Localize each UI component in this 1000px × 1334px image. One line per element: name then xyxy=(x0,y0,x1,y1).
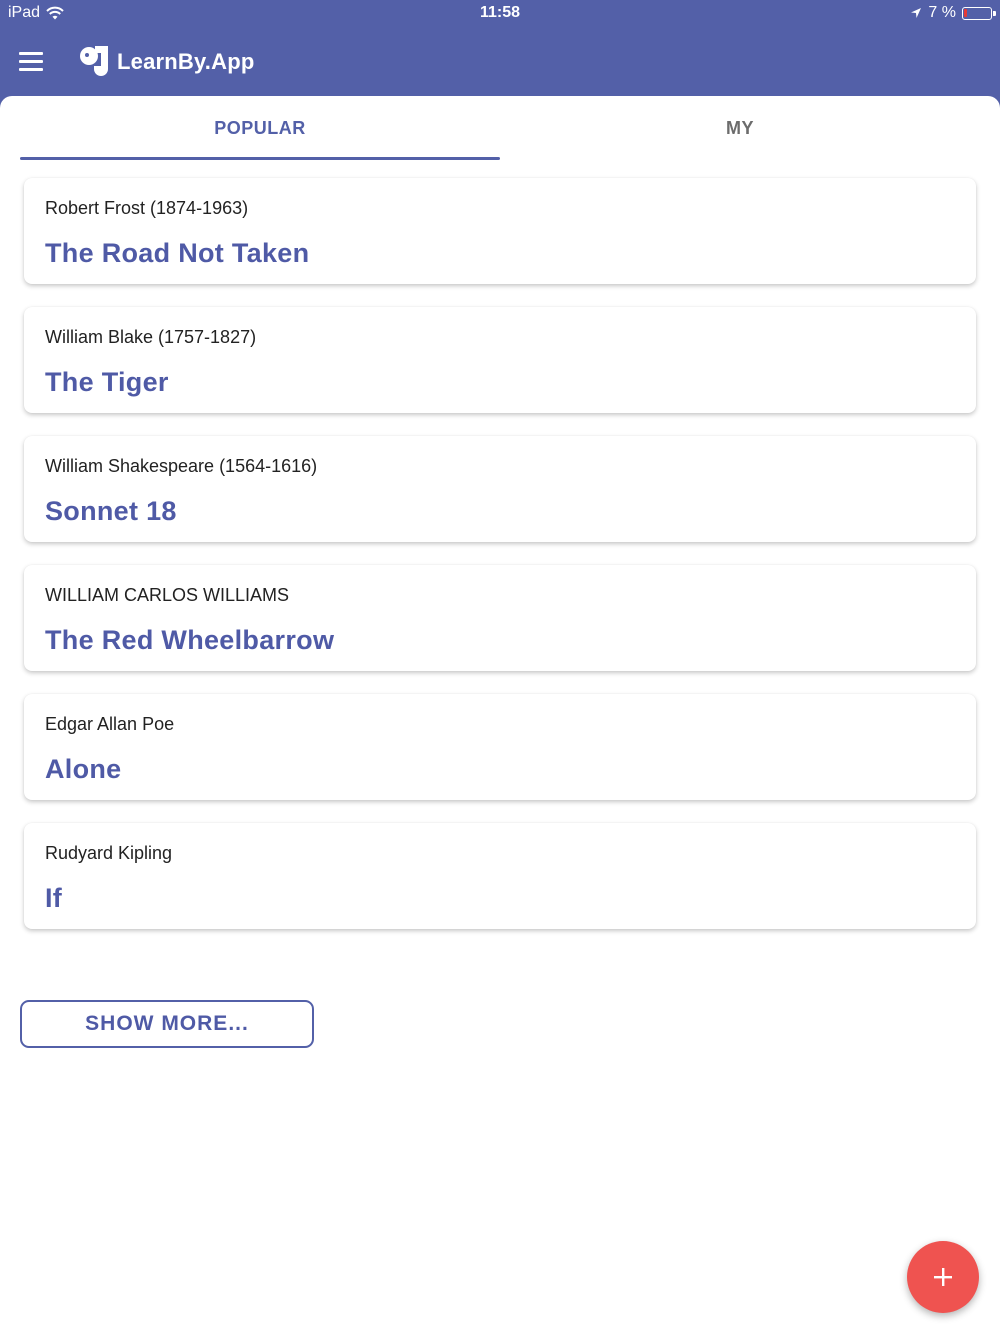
add-button[interactable] xyxy=(907,1241,979,1313)
poem-card[interactable]: WILLIAM CARLOS WILLIAMS The Red Wheelbar… xyxy=(24,565,976,671)
main-content: POPULAR MY Robert Frost (1874-1963) The … xyxy=(0,96,1000,1334)
poem-card[interactable]: Edgar Allan Poe Alone xyxy=(24,694,976,800)
hamburger-line xyxy=(19,59,43,63)
app-logo-icon xyxy=(80,46,108,76)
status-time: 11:58 xyxy=(479,4,521,21)
show-more-button[interactable]: SHOW MORE... xyxy=(20,1000,314,1048)
battery-percentage: 7 % xyxy=(928,4,956,21)
plus-icon xyxy=(934,1268,952,1286)
menu-button[interactable] xyxy=(10,42,52,80)
tab-popular[interactable]: POPULAR xyxy=(20,96,500,160)
status-right: 7 % xyxy=(910,4,996,22)
app-bar: LearnBy.App xyxy=(0,26,1000,96)
hamburger-line xyxy=(19,51,43,55)
app-title: LearnBy.App xyxy=(117,49,255,74)
poem-author: William Blake (1757-1827) xyxy=(45,327,257,347)
poem-title: The Tiger xyxy=(45,367,169,397)
tab-bar: POPULAR MY xyxy=(20,96,980,160)
status-bar: iPad 11:58 7 % xyxy=(0,0,1000,26)
poem-author: Robert Frost (1874-1963) xyxy=(45,198,249,218)
hamburger-line xyxy=(19,67,43,71)
poem-list: Robert Frost (1874-1963) The Road Not Ta… xyxy=(24,178,976,952)
poem-card[interactable]: William Shakespeare (1564-1616) Sonnet 1… xyxy=(24,436,976,542)
poem-card[interactable]: Rudyard Kipling If xyxy=(24,823,976,929)
poem-card[interactable]: Robert Frost (1874-1963) The Road Not Ta… xyxy=(24,178,976,284)
location-arrow-icon xyxy=(911,8,922,18)
poem-author: Edgar Allan Poe xyxy=(45,714,175,734)
poem-author: WILLIAM CARLOS WILLIAMS xyxy=(45,585,290,605)
poem-author: William Shakespeare (1564-1616) xyxy=(45,456,318,476)
battery-icon xyxy=(962,6,996,20)
poem-title: Alone xyxy=(45,754,122,784)
tab-my[interactable]: MY xyxy=(500,96,980,160)
poem-title: Sonnet 18 xyxy=(45,496,177,526)
poem-card[interactable]: William Blake (1757-1827) The Tiger xyxy=(24,307,976,413)
poem-author: Rudyard Kipling xyxy=(45,843,173,863)
poem-title: If xyxy=(45,883,63,913)
active-tab-indicator xyxy=(20,157,500,160)
poem-title: The Road Not Taken xyxy=(45,238,310,268)
poem-title: The Red Wheelbarrow xyxy=(45,625,335,655)
